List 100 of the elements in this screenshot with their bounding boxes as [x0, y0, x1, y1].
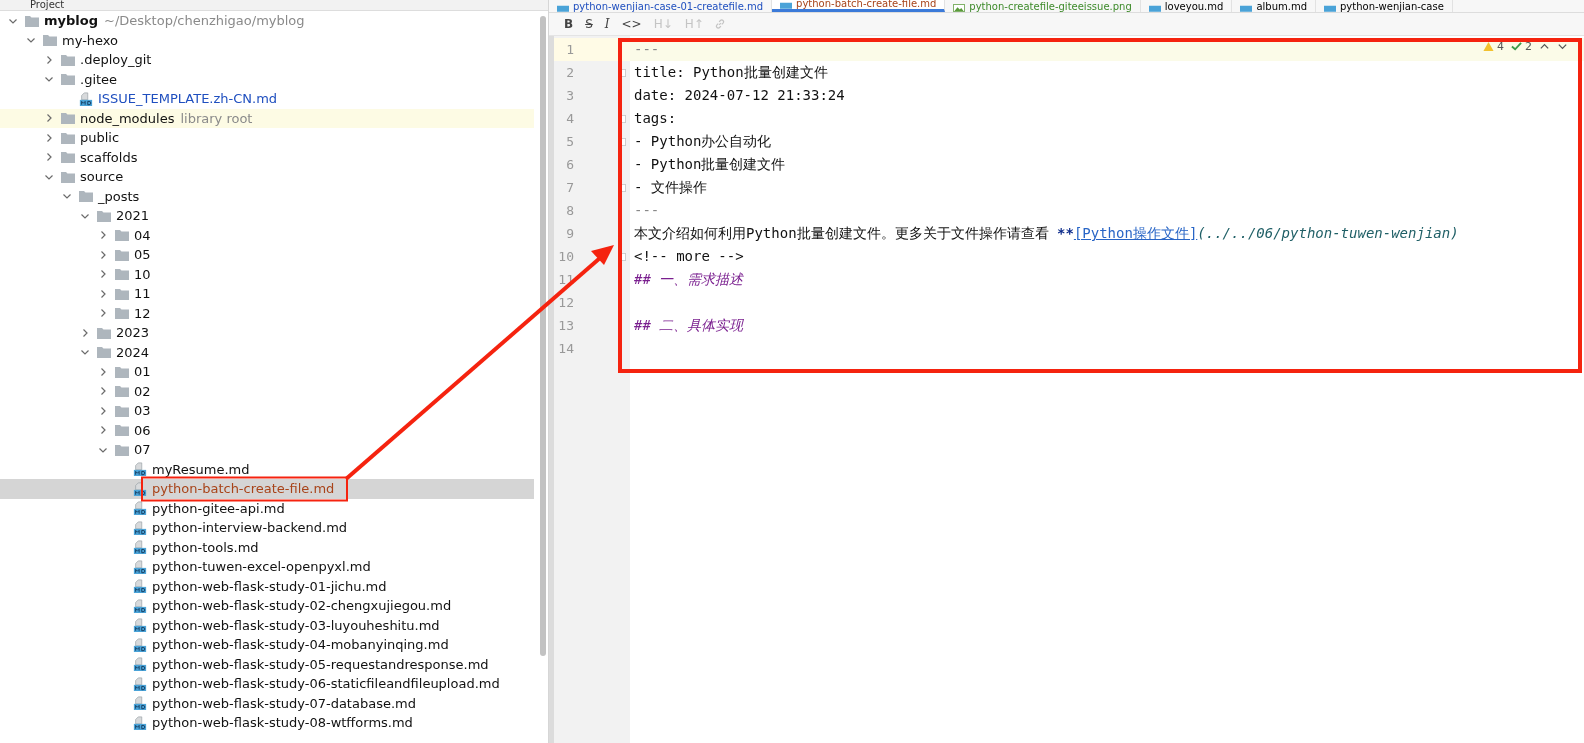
folder-icon [114, 286, 130, 301]
tree-row[interactable]: python-web-flask-study-04-mobanyinqing.md [0, 635, 534, 655]
tree-row[interactable]: python-web-flask-study-07-database.md [0, 693, 534, 713]
tree-row[interactable]: 01 [0, 362, 534, 382]
tree-row[interactable]: 04 [0, 225, 534, 245]
markdown-file-icon [132, 579, 148, 594]
chevron-right-icon[interactable] [44, 113, 54, 124]
tree-item-label: 05 [134, 248, 151, 262]
editor-tab[interactable]: album.md [1232, 0, 1316, 12]
chevron-right-icon[interactable] [44, 152, 54, 163]
editor-tab[interactable]: python-batch-create-file.md [772, 0, 946, 12]
tree-row[interactable]: my-hexo [0, 30, 534, 50]
chevron-right-icon[interactable] [98, 249, 108, 260]
tree-row[interactable]: 02 [0, 381, 534, 401]
code-text: 本文介绍如何利用Python批量创建文件。更多关于文件操作请查看 [634, 225, 1050, 241]
tree-row[interactable]: python-interview-backend.md [0, 518, 534, 538]
tree-row[interactable]: 07 [0, 440, 534, 460]
tree-row[interactable]: 2021 [0, 206, 534, 226]
tree-row[interactable]: python-tools.md [0, 537, 534, 557]
markdown-file-icon [132, 520, 148, 535]
editor-tab[interactable]: python-wenjian-case [1316, 0, 1453, 12]
tree-item-label: 06 [134, 423, 151, 437]
tree-row[interactable]: 2024 [0, 342, 534, 362]
format-button[interactable]: S [582, 17, 596, 31]
chevron-right-icon[interactable] [98, 425, 108, 436]
tree-row[interactable]: source [0, 167, 534, 187]
code-text: date: 2024-07-12 21:33:24 [634, 87, 845, 103]
chevron-right-icon[interactable] [98, 386, 108, 397]
format-button[interactable]: I [601, 17, 613, 31]
tree-row[interactable]: 11 [0, 284, 534, 304]
markdown-file-icon [132, 657, 148, 672]
chevron-down-icon[interactable] [1557, 41, 1568, 52]
tree-row[interactable]: python-tuwen-excel-openpyxl.md [0, 557, 534, 577]
folder-icon [60, 130, 76, 145]
tree-item-label: 2021 [116, 209, 150, 223]
tree-item-label: python-web-flask-study-04-mobanyinqing.md [152, 638, 449, 652]
code-text: tags: [634, 110, 677, 126]
code-text: - Python批量创建文件 [634, 156, 786, 172]
tree-row[interactable]: ISSUE_TEMPLATE.zh-CN.md [0, 89, 534, 109]
chevron-up-icon[interactable] [1539, 41, 1550, 52]
tree-row[interactable]: python-web-flask-study-02-chengxujiegou.md [0, 596, 534, 616]
tree-row[interactable]: myblog ~/Desktop/chenzhigao/myblog [0, 11, 534, 31]
tree-item-label: .deploy_git [80, 53, 152, 67]
markdown-file-icon [1148, 4, 1161, 12]
markdown-file-icon [78, 91, 94, 106]
tree-row[interactable]: 06 [0, 420, 534, 440]
markdown-file-icon [132, 676, 148, 691]
folder-icon [114, 442, 130, 457]
tree-row[interactable]: _posts [0, 186, 534, 206]
panel-title[interactable]: Project [30, 0, 65, 10]
tree-row[interactable]: python-web-flask-study-05-requestandresponse.md [0, 654, 534, 674]
chevron-right-icon[interactable] [44, 132, 54, 143]
tree-item-label: myResume.md [152, 462, 250, 476]
tree-item-hint: library root [180, 110, 253, 126]
tree-row[interactable]: 03 [0, 401, 534, 421]
folder-icon [96, 325, 112, 340]
chevron-right-icon[interactable] [98, 230, 108, 241]
scrollbar-thumb[interactable] [540, 16, 546, 656]
folder-icon [114, 384, 130, 399]
tree-item-label: 02 [134, 384, 151, 398]
chevron-right-icon[interactable] [80, 327, 90, 338]
tree-row[interactable]: python-gitee-api.md [0, 498, 534, 518]
tree-row[interactable]: python-web-flask-study-01-jichu.md [0, 576, 534, 596]
tree-row[interactable]: python-web-flask-study-03-luyouheshitu.md [0, 615, 534, 635]
folder-icon [96, 208, 112, 223]
tree-row[interactable]: 2023 [0, 323, 534, 343]
format-button[interactable]: <> [618, 17, 645, 31]
link-text[interactable]: [Python操作文件] [1073, 225, 1198, 241]
tree-item-label: python-web-flask-study-06-staticfileandfileupload.md [152, 677, 500, 691]
tree-row[interactable]: 10 [0, 264, 534, 284]
tree-row[interactable]: python-web-flask-study-08-wtfforms.md [0, 713, 534, 733]
tree-item-label: python-interview-backend.md [152, 521, 348, 535]
tree-row[interactable]: python-web-flask-study-06-staticfileandfileupload.md [0, 674, 534, 694]
warning-icon[interactable] [1483, 41, 1494, 52]
tree-item-label: 2023 [116, 326, 150, 340]
tree-row[interactable]: 05 [0, 245, 534, 265]
folder-icon [78, 189, 94, 204]
tree-item-label: 03 [134, 404, 151, 418]
tree-row[interactable]: 12 [0, 303, 534, 323]
bold-marker: ** [1057, 225, 1074, 241]
markdown-file-icon [132, 481, 148, 496]
tree-row[interactable]: myResume.md [0, 459, 534, 479]
markdown-file-icon [132, 715, 148, 730]
editor-tab[interactable]: python-createfile-giteeissue.png [945, 0, 1141, 12]
tree-row[interactable]: .gitee [0, 69, 534, 89]
line-number: 14 [557, 341, 574, 356]
tree-row[interactable]: node_modules library root [0, 108, 534, 128]
format-button[interactable]: B [561, 17, 577, 31]
chevron-right-icon[interactable] [44, 54, 54, 65]
chevron-right-icon[interactable] [98, 405, 108, 416]
chevron-right-icon[interactable] [98, 366, 108, 377]
tree-row[interactable]: scaffolds [0, 147, 534, 167]
chevron-right-icon[interactable] [98, 308, 108, 319]
editor-tab[interactable]: loveyou.md [1140, 0, 1233, 12]
tree-row[interactable]: python-batch-create-file.md [0, 479, 534, 499]
tree-row[interactable]: .deploy_git [0, 50, 534, 70]
check-icon[interactable] [1511, 41, 1522, 52]
chevron-right-icon[interactable] [98, 269, 108, 280]
tree-row[interactable]: public [0, 128, 534, 148]
chevron-right-icon[interactable] [98, 288, 108, 299]
